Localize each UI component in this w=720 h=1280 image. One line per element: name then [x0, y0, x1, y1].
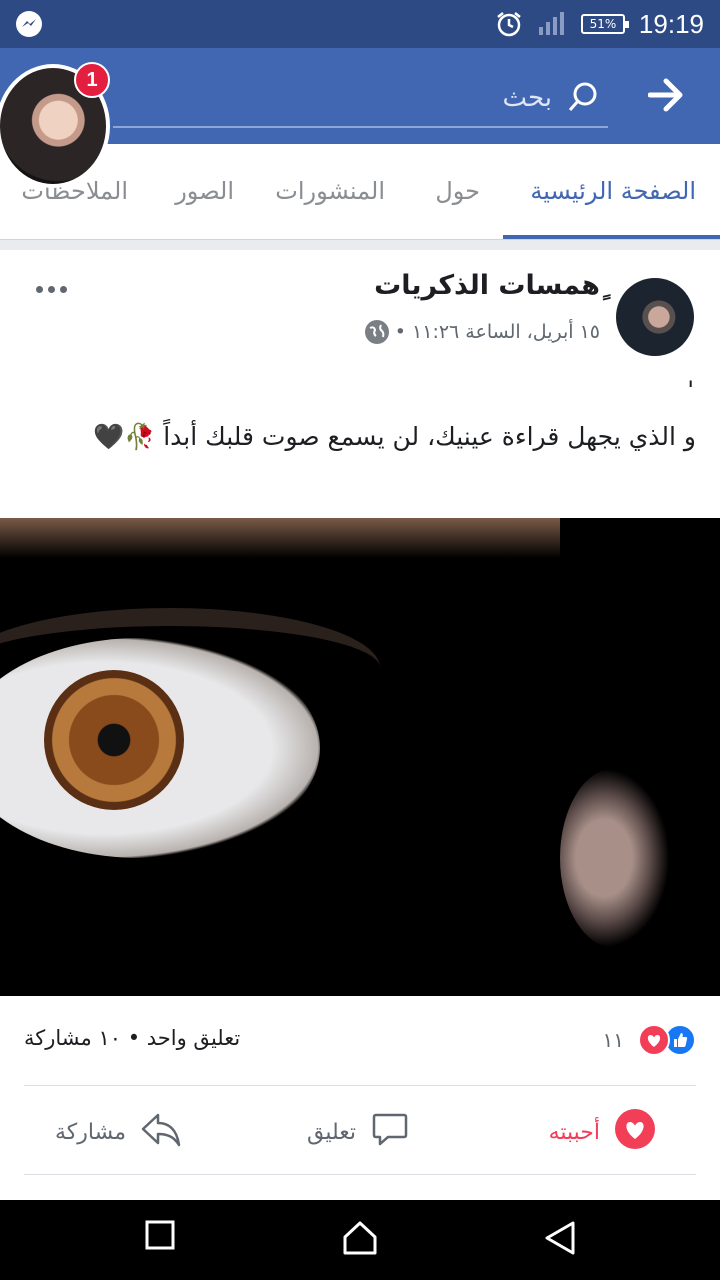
page-tabs: الصفحة الرئيسية حول المنشورات الصور المل…: [0, 144, 720, 240]
messenger-icon: [16, 11, 42, 37]
love-button-label: أحببته: [548, 1119, 600, 1145]
alarm-icon: [497, 12, 521, 37]
divider: [24, 1085, 696, 1086]
active-tab-indicator: [503, 235, 720, 239]
post-timestamp[interactable]: ١٥ أبريل، الساعة ١١:٢٦ •: [395, 321, 600, 343]
comment-icon: [370, 1109, 410, 1155]
comments-shares-count[interactable]: تعليق واحد • ١٠ مشاركة: [24, 1026, 240, 1050]
share-icon: [140, 1109, 182, 1155]
reactions-bar[interactable]: ١١ تعليق واحد • ١٠ مشاركة: [0, 1020, 720, 1060]
arrow-right-icon[interactable]: [648, 78, 684, 112]
tab-photos[interactable]: الصور: [175, 144, 234, 240]
search-bar[interactable]: [113, 72, 608, 128]
reaction-icons: [638, 1024, 696, 1056]
love-button-icon: [614, 1108, 656, 1156]
tab-about[interactable]: حول: [435, 144, 480, 240]
more-dots-icon[interactable]: [36, 286, 67, 293]
signal-icon: [538, 12, 564, 35]
tab-posts[interactable]: المنشورات: [275, 144, 385, 240]
back-icon[interactable]: [544, 1220, 576, 1256]
status-bar: 51% 19:19: [0, 0, 720, 48]
page-avatar[interactable]: [616, 278, 694, 356]
reaction-count: ١١: [602, 1028, 624, 1052]
share-button-label: مشاركة: [54, 1119, 126, 1145]
tab-home[interactable]: الصفحة الرئيسية: [530, 144, 696, 240]
post-card: ٍهمسات الذكريات ١٥ أبريل، الساعة ١١:٢٦ •…: [0, 250, 720, 1200]
home-icon[interactable]: [342, 1220, 378, 1256]
post-meta: ١٥ أبريل، الساعة ١١:٢٦ •: [364, 320, 600, 344]
post-text: و الذي يجهل قراءة عينيك، لن يسمع صوت قلب…: [93, 422, 696, 451]
post-photo[interactable]: [0, 518, 720, 996]
divider: [24, 1174, 696, 1175]
globe-icon: [364, 320, 389, 344]
post-actions: أحببته تعليق مشاركة: [0, 1090, 720, 1174]
share-button[interactable]: مشاركة: [55, 1090, 182, 1174]
quote-mark: ': [687, 376, 694, 404]
love-button[interactable]: أحببته: [549, 1090, 656, 1174]
love-reaction-icon: [638, 1024, 670, 1056]
recents-icon[interactable]: [145, 1220, 175, 1250]
notification-badge: 1: [74, 62, 110, 98]
search-input[interactable]: [152, 78, 552, 118]
page-name[interactable]: ٍهمسات الذكريات: [374, 270, 600, 301]
battery-indicator: 51%: [580, 14, 629, 34]
clock: 19:19: [638, 8, 704, 39]
comment-button[interactable]: تعليق: [307, 1090, 410, 1174]
eye-iris: [44, 670, 184, 810]
search-icon[interactable]: [566, 80, 600, 114]
system-nav-bar: [0, 1200, 720, 1280]
comment-button-label: تعليق: [306, 1119, 356, 1145]
